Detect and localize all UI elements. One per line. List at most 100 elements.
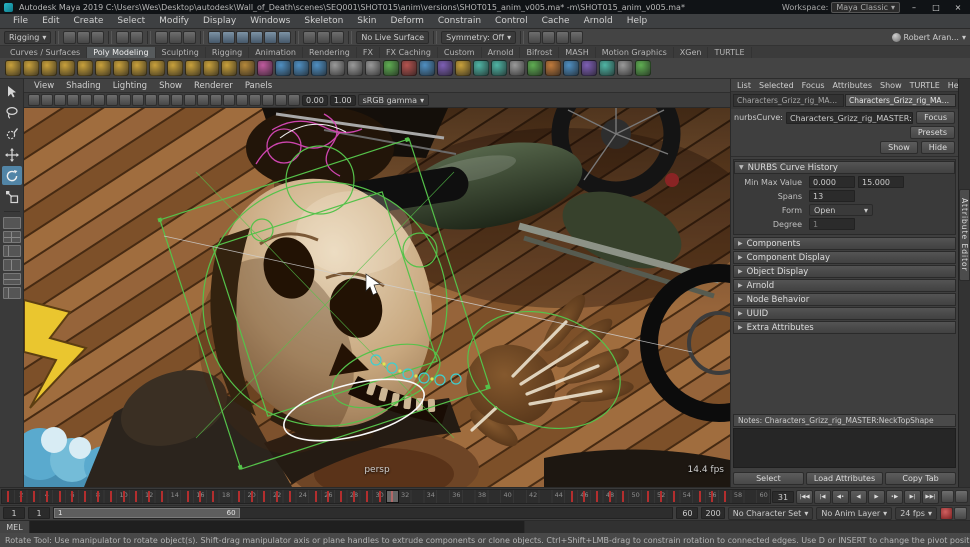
merge-icon[interactable] [581, 60, 597, 76]
animation-preferences-icon[interactable] [954, 507, 967, 520]
field-chart-icon[interactable] [171, 94, 183, 106]
input-connections-icon[interactable] [303, 31, 316, 44]
ae-section-object-display[interactable]: ▶Object Display [733, 265, 956, 278]
notes-input[interactable] [733, 428, 956, 468]
presets-button[interactable]: Presets [910, 126, 955, 139]
ae-section-arnold[interactable]: ▶Arnold [733, 279, 956, 292]
shelf-tab-arnold[interactable]: Arnold [482, 47, 521, 58]
menu-display[interactable]: Display [196, 16, 243, 26]
poly-cone-icon[interactable] [59, 60, 75, 76]
step-back-key-button[interactable]: ◀• [832, 490, 849, 504]
move-tool-button[interactable] [2, 145, 22, 164]
poly-superellipse-icon[interactable] [239, 60, 255, 76]
character-set-selector[interactable]: No Character Set▾ [728, 507, 814, 520]
xray-icon[interactable] [288, 94, 300, 106]
menu-deform[interactable]: Deform [383, 16, 430, 26]
playback-end-field[interactable]: 60 [676, 507, 698, 519]
layout-four-view-button[interactable] [3, 231, 21, 243]
snap-view-plane-icon[interactable] [264, 31, 277, 44]
multi-cut-icon[interactable] [509, 60, 525, 76]
minimize-button[interactable]: – [906, 3, 922, 12]
ambient-occlusion-icon[interactable] [249, 94, 261, 106]
live-surface-field[interactable]: No Live Surface [356, 31, 429, 44]
connect-icon[interactable] [599, 60, 615, 76]
layout-single-perspective-button[interactable] [3, 217, 21, 229]
scale-tool-button[interactable] [2, 187, 22, 206]
render-current-frame-icon[interactable] [542, 31, 555, 44]
animation-start-field[interactable]: 1 [3, 507, 25, 519]
poly-torus-icon[interactable] [77, 60, 93, 76]
viewport-canvas[interactable] [24, 108, 730, 487]
gate-mask-icon[interactable] [158, 94, 170, 106]
poly-pipe-icon[interactable] [167, 60, 183, 76]
new-scene-icon[interactable] [63, 31, 76, 44]
shelf-tab-sculpting[interactable]: Sculpting [156, 47, 206, 58]
shelf-tab-animation[interactable]: Animation [249, 47, 303, 58]
anim-snap-icon[interactable] [955, 490, 968, 503]
range-slider-bar[interactable]: 1 60 [54, 508, 240, 518]
shelf-tab-rigging[interactable]: Rigging [206, 47, 249, 58]
poly-text-icon[interactable] [275, 60, 291, 76]
show-button[interactable]: Show [880, 141, 918, 154]
menu-cache[interactable]: Cache [535, 16, 577, 26]
sculpt-tool-icon[interactable] [257, 60, 273, 76]
select-button[interactable]: Select [733, 472, 804, 485]
shelf-tab-xgen[interactable]: XGen [674, 47, 709, 58]
ae-menu-turtle[interactable]: TURTLE [906, 81, 944, 90]
poly-type-icon[interactable] [293, 60, 309, 76]
viewport-panel[interactable]: persp 14.4 fps [24, 108, 730, 487]
ae-menu-attributes[interactable]: Attributes [829, 81, 877, 90]
ae-section-uuid[interactable]: ▶UUID [733, 307, 956, 320]
save-scene-icon[interactable] [91, 31, 104, 44]
combine-icon[interactable] [329, 60, 345, 76]
render-settings-icon[interactable] [570, 31, 583, 44]
select-object-icon[interactable] [169, 31, 182, 44]
step-back-frame-button[interactable]: |◀ [814, 490, 831, 504]
target-weld-icon[interactable] [545, 60, 561, 76]
construction-history-icon[interactable] [331, 31, 344, 44]
bookmark-icon[interactable] [67, 94, 79, 106]
snap-projected-center-icon[interactable] [250, 31, 263, 44]
poly-gear-icon[interactable] [203, 60, 219, 76]
safe-action-icon[interactable] [184, 94, 196, 106]
crease-icon[interactable] [617, 60, 633, 76]
anim-layer-selector[interactable]: No Anim Layer▾ [816, 507, 892, 520]
min-value-field[interactable]: 0.000 [809, 176, 855, 188]
ae-section-node-behavior[interactable]: ▶Node Behavior [733, 293, 956, 306]
time-slider[interactable]: 2468101214161820222426283032343638404244… [1, 489, 771, 504]
current-time-marker[interactable] [386, 490, 399, 503]
close-button[interactable]: × [950, 3, 966, 12]
lock-camera-icon[interactable] [41, 94, 53, 106]
layout-two-stacked-button[interactable] [3, 273, 21, 285]
paint-select-tool-button[interactable] [2, 124, 22, 143]
gamma-field[interactable]: 1.00 [330, 95, 356, 106]
signed-in-user[interactable]: Robert Aran...▾ [892, 33, 966, 42]
notes-header[interactable]: Notes: Characters_Grizz_rig_MASTER:NeckT… [733, 414, 956, 427]
menu-create[interactable]: Create [67, 16, 111, 26]
shelf-tab-motion-graphics[interactable]: Motion Graphics [596, 47, 674, 58]
attribute-editor-vertical-tab[interactable]: Attribute Editor [959, 189, 970, 281]
shelf-tab-fx[interactable]: FX [357, 47, 380, 58]
extract-icon[interactable] [365, 60, 381, 76]
poly-cylinder-icon[interactable] [41, 60, 57, 76]
bridge-icon[interactable] [473, 60, 489, 76]
copy-tab-button[interactable]: Copy Tab [885, 472, 956, 485]
two-d-pan-zoom-icon[interactable] [93, 94, 105, 106]
poly-plane-icon[interactable] [95, 60, 111, 76]
snap-point-icon[interactable] [236, 31, 249, 44]
resolution-gate-icon[interactable] [145, 94, 157, 106]
load-attributes-button[interactable]: Load Attributes [806, 472, 883, 485]
motion-blur-icon[interactable] [262, 94, 274, 106]
shelf-tab-custom[interactable]: Custom [438, 47, 482, 58]
fps-selector[interactable]: 24 fps▾ [895, 507, 937, 520]
ae-menu-show[interactable]: Show [876, 81, 906, 90]
output-connections-icon[interactable] [317, 31, 330, 44]
lighting-icon[interactable] [223, 94, 235, 106]
menu-select[interactable]: Select [110, 16, 152, 26]
colorspace-selector[interactable]: sRGB gamma▾ [358, 94, 429, 106]
panel-menu-show[interactable]: Show [153, 81, 188, 91]
menu-constrain[interactable]: Constrain [431, 16, 488, 26]
menu-file[interactable]: File [6, 16, 35, 26]
ae-section-extra-attributes[interactable]: ▶Extra Attributes [733, 321, 956, 334]
spans-field[interactable]: 13 [809, 190, 855, 202]
